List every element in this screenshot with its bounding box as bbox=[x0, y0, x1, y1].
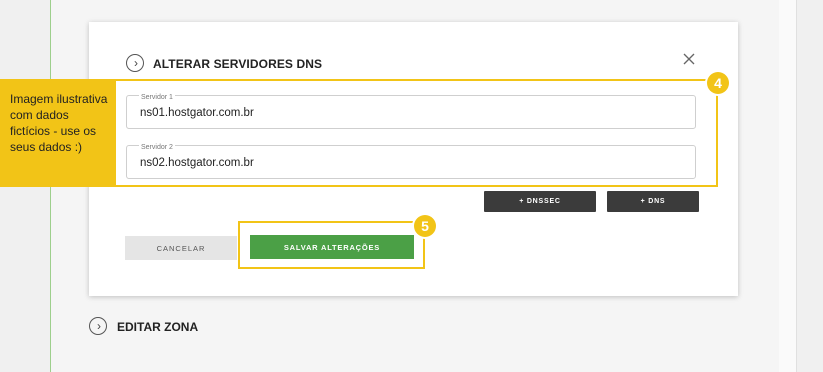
chevron-right-icon[interactable]: › bbox=[126, 54, 144, 72]
divider bbox=[796, 0, 797, 372]
scroll-gutter bbox=[779, 0, 796, 372]
save-highlight bbox=[238, 221, 425, 269]
step-4-badge: 4 bbox=[707, 72, 729, 94]
step-5-badge: 5 bbox=[414, 215, 436, 237]
add-dns-button[interactable]: + DNS bbox=[607, 191, 699, 212]
edit-zone-title[interactable]: EDITAR ZONA bbox=[117, 320, 198, 334]
fields-highlight bbox=[114, 79, 718, 187]
chevron-right-icon[interactable]: › bbox=[89, 317, 107, 335]
close-icon[interactable] bbox=[681, 51, 697, 67]
cancel-button[interactable]: CANCELAR bbox=[125, 236, 237, 260]
callout-note: Imagem ilustrativa com dados fictícios -… bbox=[0, 79, 114, 187]
add-dnssec-button[interactable]: + DNSSEC bbox=[484, 191, 596, 212]
dialog-title: ALTERAR SERVIDORES DNS bbox=[153, 57, 323, 71]
